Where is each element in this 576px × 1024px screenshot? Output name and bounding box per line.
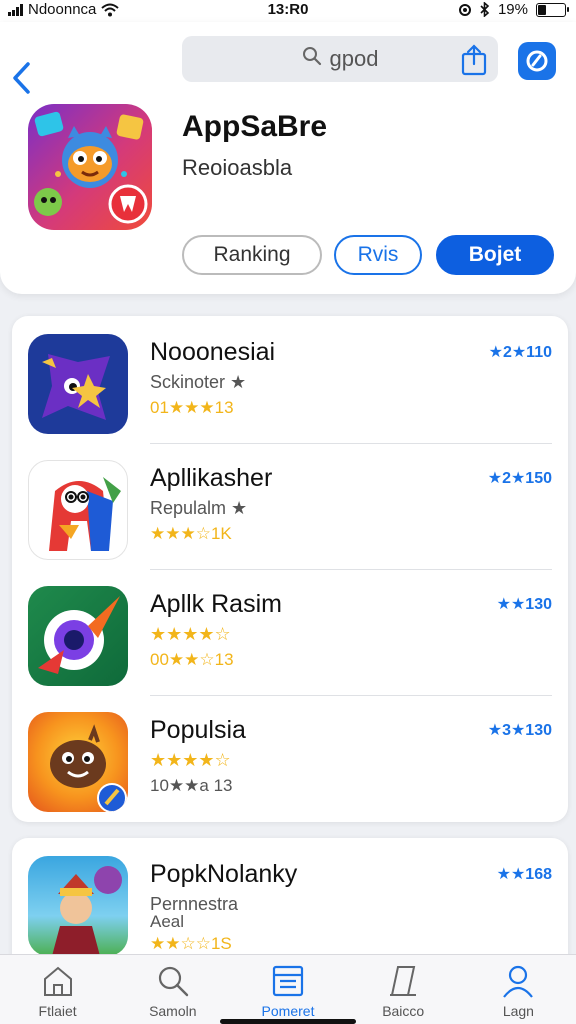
app-badge-button[interactable]	[518, 42, 556, 80]
tab-bar: Ftlaiet Samoln Pomeret Baicco Lagn	[0, 954, 576, 1024]
list-item[interactable]: Apllk Rasim ★★★★☆ 00★★☆13 ★★130	[12, 568, 568, 694]
app-icon	[28, 856, 128, 956]
apps-icon	[272, 965, 304, 997]
back-button[interactable]	[10, 60, 36, 100]
app-rating: 01★★★13	[150, 398, 234, 417]
app-subtitle: ★★★★☆	[150, 624, 231, 644]
app-store-icon	[526, 50, 548, 72]
share-icon	[461, 44, 487, 76]
app-rating: 10★★a 13	[150, 776, 233, 795]
status-right: 19%	[458, 1, 569, 18]
app-subtitle: Sckinoter ★	[150, 372, 247, 392]
location-icon	[458, 3, 471, 16]
app-icon	[28, 104, 152, 230]
app-rating: ★★☆☆1S	[150, 934, 232, 953]
rvis-button[interactable]: Rvis	[334, 235, 422, 275]
rank-badge: ★2★110	[488, 344, 552, 361]
tab-arcade[interactable]: Baicco	[346, 955, 461, 1024]
list-item[interactable]: Apllikasher Repulalm ★ ★★★☆1K ★2★150	[12, 442, 568, 568]
app-subtitle-2: Aeal	[150, 912, 185, 931]
tab-label: Ftlaiet	[38, 1003, 77, 1019]
app-name: Populsia	[150, 716, 246, 744]
app-subtitle: Reoioasbla	[182, 155, 293, 180]
rank-badge: ★★168	[496, 866, 552, 883]
profile-icon	[503, 965, 534, 998]
tab-featured[interactable]: Ftlaiet	[0, 955, 115, 1024]
list-item[interactable]: PopkNolanky Pernnestra Aeal ★★☆☆1S ★★168	[12, 838, 568, 964]
app-subtitle: ★★★★☆	[150, 750, 231, 770]
app-name: Apllk Rasim	[150, 590, 282, 618]
app-icon	[28, 712, 128, 812]
tab-label: Samoln	[149, 1003, 197, 1019]
status-bar: Ndoonnca 13:R0 19%	[0, 0, 576, 22]
chevron-left-icon	[13, 62, 30, 94]
tab-label: Lagn	[502, 1003, 534, 1019]
tab-label: Pomeret	[261, 1003, 315, 1019]
get-button[interactable]: Bojet	[436, 235, 554, 275]
app-icon	[28, 334, 128, 434]
tab-search[interactable]: Samoln	[115, 955, 230, 1024]
app-title: AppSaBre	[182, 110, 328, 143]
home-indicator	[220, 1019, 356, 1024]
app-rating: 00★★☆13	[150, 650, 234, 669]
bluetooth-icon	[480, 2, 490, 17]
app-subtitle: Repulalm ★	[150, 498, 248, 518]
search-input[interactable]: gpod	[182, 36, 498, 82]
ranking-button[interactable]: Ranking	[182, 235, 322, 275]
app-name: Apllikasher	[150, 464, 273, 492]
search-icon	[302, 46, 322, 72]
arcade-icon	[390, 966, 417, 996]
app-list-card: Nooonesiai Sckinoter ★ 01★★★13 ★2★110 Ap…	[12, 316, 568, 822]
rank-badge: ★3★130	[487, 722, 552, 739]
search-icon	[158, 966, 188, 997]
home-icon	[43, 966, 72, 996]
app-name: Nooonesiai	[150, 338, 276, 366]
app-rating: ★★★☆1K	[150, 524, 232, 543]
share-button[interactable]	[460, 44, 488, 76]
app-icon	[28, 460, 128, 560]
battery-icon	[536, 2, 569, 17]
battery-percent: 19%	[497, 1, 528, 18]
list-item[interactable]: Populsia ★★★★☆ 10★★a 13 ★3★130	[12, 694, 568, 820]
app-header-card: gpod AppSaBre Reoioasbla Ranking Rvis Bo…	[0, 22, 576, 294]
app-name: PopkNolanky	[150, 860, 298, 888]
rank-badge: ★★130	[496, 596, 552, 613]
search-text: gpod	[329, 46, 379, 71]
tab-label: Baicco	[382, 1003, 425, 1019]
app-icon	[28, 586, 128, 686]
tab-apps[interactable]: Pomeret	[230, 955, 345, 1024]
tab-profile[interactable]: Lagn	[461, 955, 576, 1024]
list-item[interactable]: Nooonesiai Sckinoter ★ 01★★★13 ★2★110	[12, 316, 568, 442]
rank-badge: ★2★150	[487, 470, 552, 487]
